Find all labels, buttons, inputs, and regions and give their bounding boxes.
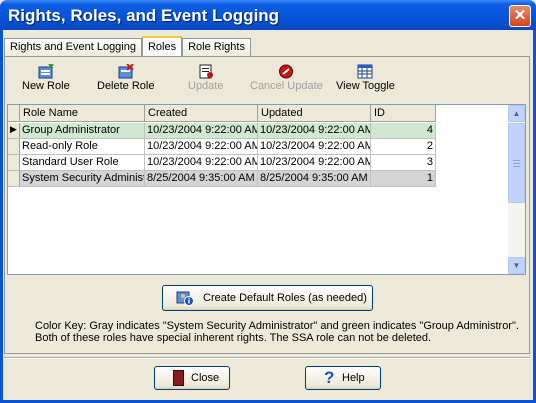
table-row[interactable]: Read-only Role 10/23/2004 9:22:00 AM 10/…	[8, 139, 436, 155]
header-id[interactable]: ID	[371, 105, 436, 122]
view-toggle-label: View Toggle	[336, 80, 395, 92]
close-label: Close	[191, 372, 220, 384]
cell-id[interactable]: 1	[371, 171, 436, 187]
cell-updated[interactable]: 8/25/2004 9:35:00 AM	[258, 171, 371, 187]
cell-id[interactable]: 3	[371, 155, 436, 171]
table-row[interactable]: Standard User Role 10/23/2004 9:22:00 AM…	[8, 155, 436, 171]
scroll-up-arrow-icon[interactable]: ▲	[508, 105, 525, 122]
thumb-grip	[513, 163, 520, 164]
cell-updated[interactable]: 10/23/2004 9:22:00 AM	[258, 123, 371, 139]
color-key-line-2: Both of these roles have special inheren…	[35, 332, 432, 344]
cancel-update-icon	[279, 64, 294, 79]
thumb-grip	[513, 166, 520, 167]
cell-role-name[interactable]: Group Administrator	[20, 123, 145, 139]
help-label: Help	[342, 372, 365, 384]
cell-id[interactable]: 4	[371, 123, 436, 139]
update-label: Update	[188, 80, 224, 92]
grid-vertical-scrollbar[interactable]: ▲ ▼	[508, 105, 525, 274]
cell-role-name[interactable]: Standard User Role	[20, 155, 145, 171]
cell-role-name[interactable]: Read-only Role	[20, 139, 145, 155]
create-default-roles-icon	[176, 291, 194, 306]
view-toggle-icon	[357, 64, 373, 79]
cell-id[interactable]: 2	[371, 139, 436, 155]
cell-created[interactable]: 10/23/2004 9:22:00 AM	[145, 155, 258, 171]
question-mark-icon: ?	[324, 368, 335, 387]
footer-divider	[4, 357, 530, 359]
cancel-update-label: Cancel Update	[250, 80, 323, 92]
color-key-line-1: Color Key: Gray indicates "System Securi…	[35, 320, 519, 332]
delete-role-icon	[118, 64, 134, 79]
cell-updated[interactable]: 10/23/2004 9:22:00 AM	[258, 139, 371, 155]
close-button[interactable]: Close	[154, 366, 230, 390]
tab-role-rights[interactable]: Role Rights	[182, 38, 251, 57]
cell-updated[interactable]: 10/23/2004 9:22:00 AM	[258, 155, 371, 171]
update-icon	[199, 64, 213, 79]
table-row[interactable]: ▶ Group Administrator 10/23/2004 9:22:00…	[8, 123, 436, 139]
tab-rights-and-event-logging[interactable]: Rights and Event Logging	[4, 38, 142, 57]
window-close-button[interactable]: ✕	[509, 5, 531, 27]
scroll-down-arrow-icon[interactable]: ▼	[508, 257, 525, 274]
row-indicator-icon: ▶	[8, 123, 20, 139]
cancel-update-button[interactable]: Cancel Update	[250, 64, 323, 92]
create-default-roles-label: Create Default Roles (as needed)	[203, 292, 367, 304]
roles-grid[interactable]: Role Name Created Updated ID ▶ Group Adm…	[7, 104, 526, 275]
door-icon	[173, 370, 184, 386]
title-bar: Rights, Roles, and Event Logging ✕	[0, 0, 536, 30]
help-button[interactable]: ? Help	[305, 366, 381, 390]
thumb-grip	[513, 160, 520, 161]
delete-role-label: Delete Role	[97, 80, 155, 92]
tab-strip: Rights and Event Logging Roles Role Righ…	[4, 36, 251, 57]
grid-header: Role Name Created Updated ID	[8, 105, 436, 122]
header-indicator-column	[8, 105, 20, 122]
update-button[interactable]: Update	[188, 64, 223, 92]
row-indicator	[8, 155, 20, 171]
row-indicator	[8, 139, 20, 155]
cell-created[interactable]: 10/23/2004 9:22:00 AM	[145, 123, 258, 139]
table-row[interactable]: System Security Administrator 8/25/2004 …	[8, 171, 436, 187]
new-role-label: New Role	[22, 80, 70, 92]
delete-role-button[interactable]: Delete Role	[97, 64, 154, 92]
create-default-roles-button[interactable]: Create Default Roles (as needed)	[162, 285, 373, 311]
window-title: Rights, Roles, and Event Logging	[8, 6, 280, 25]
row-indicator	[8, 171, 20, 187]
tab-roles[interactable]: Roles	[141, 36, 183, 57]
header-created[interactable]: Created	[145, 105, 258, 122]
new-role-icon	[38, 64, 54, 79]
cell-role-name[interactable]: System Security Administrator	[20, 171, 145, 187]
scroll-thumb[interactable]	[508, 123, 525, 203]
view-toggle-button[interactable]: View Toggle	[336, 64, 395, 92]
color-key-note: Color Key: Gray indicates "System Securi…	[35, 320, 519, 344]
header-role-name[interactable]: Role Name	[20, 105, 145, 122]
new-role-button[interactable]: New Role	[22, 64, 70, 92]
header-updated[interactable]: Updated	[258, 105, 371, 122]
cell-created[interactable]: 8/25/2004 9:35:00 AM	[145, 171, 258, 187]
cell-created[interactable]: 10/23/2004 9:22:00 AM	[145, 139, 258, 155]
